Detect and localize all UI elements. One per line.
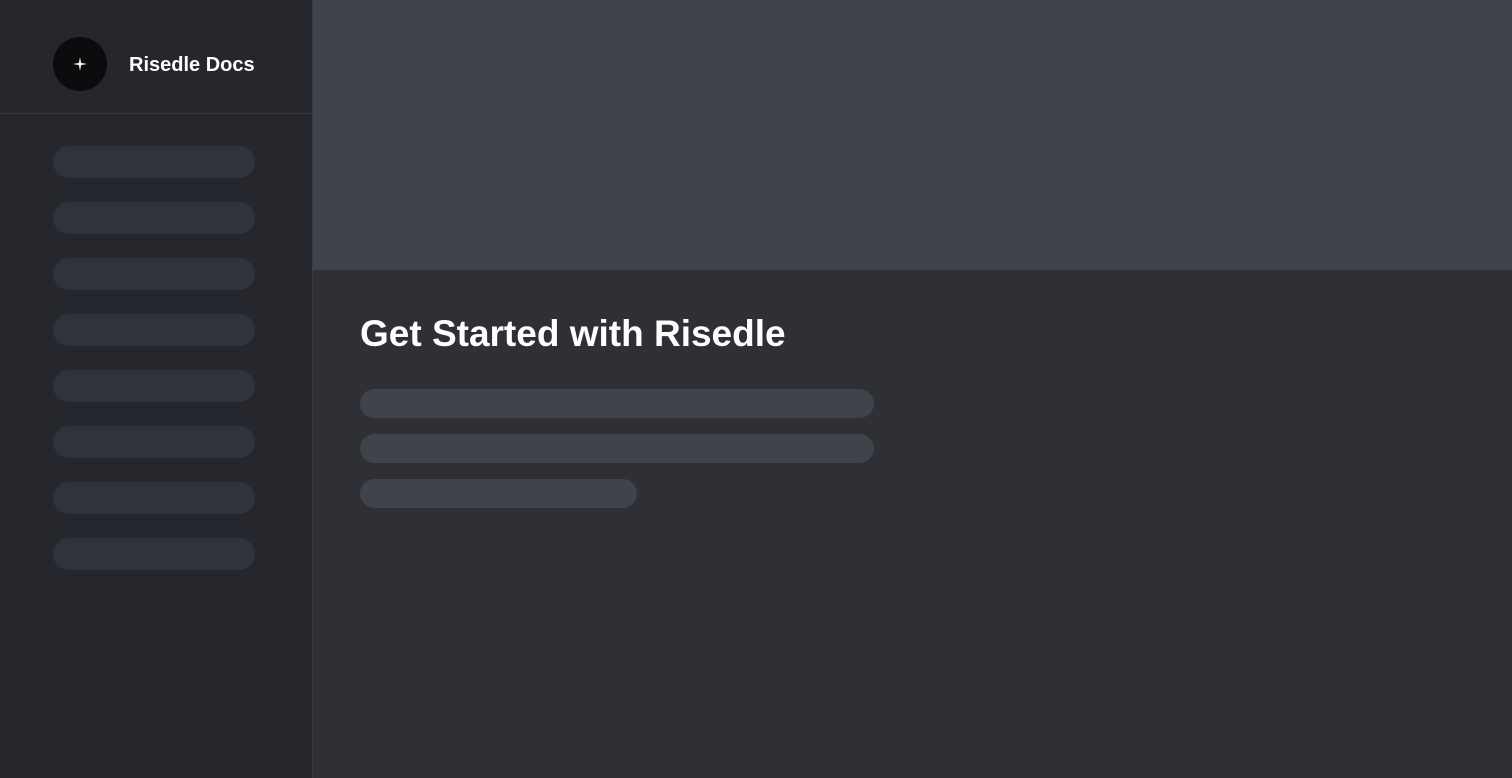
content-section: Get Started with Risedle xyxy=(360,312,874,508)
nav-item-skeleton xyxy=(53,202,255,234)
text-line-skeleton xyxy=(360,434,874,463)
hero-banner-placeholder xyxy=(313,0,1512,270)
sidebar: Risedle Docs xyxy=(0,0,313,778)
nav-item-skeleton xyxy=(53,482,255,514)
text-line-skeleton xyxy=(360,479,637,508)
sidebar-header: Risedle Docs xyxy=(0,0,312,114)
nav-item-skeleton xyxy=(53,146,255,178)
nav-item-skeleton xyxy=(53,258,255,290)
sidebar-nav xyxy=(53,146,255,594)
page-title: Get Started with Risedle xyxy=(360,313,786,354)
nav-item-skeleton xyxy=(53,314,255,346)
nav-item-skeleton xyxy=(53,538,255,570)
logo[interactable] xyxy=(53,37,107,91)
brand-name[interactable]: Risedle Docs xyxy=(129,53,255,77)
nav-item-skeleton xyxy=(53,426,255,458)
main-content: Get Started with Risedle xyxy=(313,0,1512,778)
nav-item-skeleton xyxy=(53,370,255,402)
text-line-skeleton xyxy=(360,389,874,418)
app-window: Risedle Docs Get Started with Risedle xyxy=(0,0,1512,778)
sparkle-icon xyxy=(72,56,88,72)
